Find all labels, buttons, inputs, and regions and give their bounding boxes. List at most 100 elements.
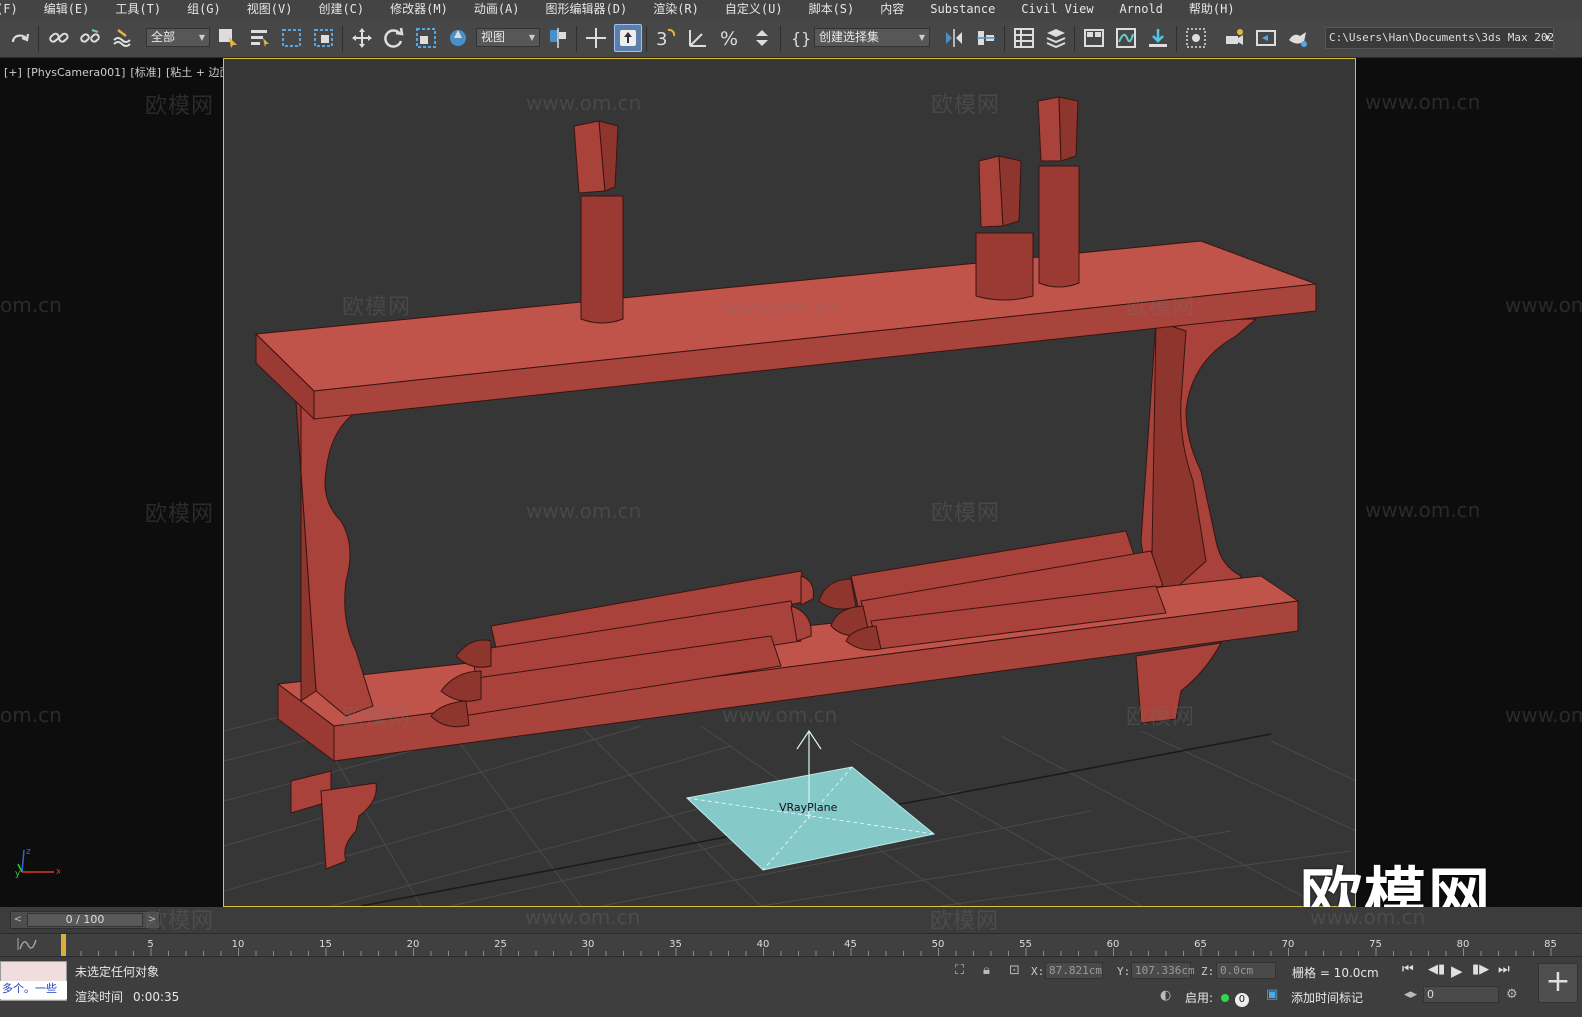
render-production-icon[interactable] <box>1284 24 1312 52</box>
track-bar[interactable]: 0510152025303540455055606570758085 <box>0 933 1582 956</box>
mini-curve-editor-icon[interactable] <box>16 937 40 953</box>
ruler-tick-label: 35 <box>669 939 682 950</box>
select-manipulate-icon[interactable] <box>582 24 610 52</box>
menu-scripting[interactable]: 脚本(S) <box>796 0 868 19</box>
go-to-end-icon[interactable]: ⏭ <box>1498 962 1510 977</box>
redo-icon[interactable] <box>6 24 34 52</box>
window-crossing-icon[interactable] <box>310 24 338 52</box>
candle-right-tall <box>1037 96 1080 288</box>
add-time-tag[interactable]: 添加时间标记 <box>1291 989 1363 1006</box>
named-selection-dropdown[interactable]: 创建选择集 ▼ <box>814 28 930 47</box>
svg-text:y: y <box>15 869 21 878</box>
select-object-icon[interactable] <box>214 24 242 52</box>
link-icon[interactable] <box>45 24 73 52</box>
scale-icon[interactable] <box>412 24 440 52</box>
toggle-ribbon-icon[interactable] <box>1080 24 1108 52</box>
z-coord-field[interactable]: 0.0cm <box>1216 962 1276 979</box>
menu-rendering[interactable]: 渲染(R) <box>640 0 712 19</box>
key-mode-toggle-icon[interactable]: ◂▸ <box>1404 987 1417 1002</box>
scene-explorer-icon[interactable] <box>1010 24 1038 52</box>
curve-editor-icon[interactable] <box>1112 24 1140 52</box>
absolute-transform-icon[interactable]: ⊡ <box>1009 963 1020 978</box>
menu-bar: (F) 编辑(E) 工具(T) 组(G) 视图(V) 创建(C) 修改器(M) … <box>0 0 1582 19</box>
material-editor-icon[interactable] <box>1182 24 1210 52</box>
align-icon[interactable] <box>972 24 1000 52</box>
ruler-tick-label: 85 <box>1544 939 1557 950</box>
camera-viewport[interactable]: www.om.cn www.om.cn www.om.cn www.om.cn … <box>223 58 1356 907</box>
current-frame-marker[interactable] <box>61 934 66 956</box>
time-slider-handle[interactable]: 0 / 100 <box>27 913 143 927</box>
menu-civil-view[interactable]: Civil View <box>1008 0 1106 19</box>
selection-status-message: 未选定任何对象 <box>75 965 160 979</box>
ruler-tick-label: 15 <box>319 939 332 950</box>
edit-named-selection-icon[interactable]: {} <box>786 24 814 52</box>
menu-views[interactable]: 视图(V) <box>234 0 306 19</box>
angle-snap-icon[interactable] <box>684 24 712 52</box>
play-icon[interactable]: ▶ <box>1451 962 1463 980</box>
unlink-icon[interactable] <box>76 24 104 52</box>
time-slider-track[interactable]: < 0 / 100 > <box>10 911 160 929</box>
next-frame-icon[interactable]: ▮▶ <box>1472 962 1489 977</box>
select-by-name-icon[interactable] <box>246 24 274 52</box>
enable-label: 启用: 0 <box>1185 989 1249 1007</box>
viewport-menu-plus[interactable]: [+] <box>4 66 22 79</box>
layer-explorer-icon[interactable] <box>1042 24 1070 52</box>
go-to-start-icon[interactable]: ⏮ <box>1402 962 1414 977</box>
schematic-view-icon[interactable] <box>1144 24 1172 52</box>
snaps-toggle-icon[interactable]: 3 <box>652 24 680 52</box>
y-coord-label: Y: <box>1117 965 1131 978</box>
percent-snap-icon[interactable]: % <box>716 24 744 52</box>
x-coord-field[interactable]: 87.821cm <box>1045 962 1103 979</box>
time-config-icon[interactable]: ⚙ <box>1506 987 1518 1002</box>
keyboard-shortcut-override-icon[interactable] <box>614 24 642 52</box>
menu-group[interactable]: 组(G) <box>174 0 234 19</box>
render-time-readout: 渲染时间 0:00:35 <box>75 988 179 1005</box>
rotate-icon[interactable] <box>380 24 408 52</box>
spinner-snap-icon[interactable] <box>748 24 776 52</box>
menu-create[interactable]: 创建(C) <box>305 0 377 19</box>
adaptive-degradation-icon[interactable]: ◐ <box>1160 988 1171 1003</box>
current-frame-field[interactable]: 0 <box>1423 986 1499 1003</box>
menu-content[interactable]: 内容 <box>867 0 917 19</box>
watermark-site-right-2: www.om.cn <box>1505 703 1582 727</box>
prev-frame-arrow[interactable]: < <box>11 912 25 928</box>
viewport-label[interactable]: [+] [PhysCamera001] [标准] [粘土 + 边面] <box>4 64 240 80</box>
rendered-frame-window-icon[interactable] <box>1252 24 1280 52</box>
menu-animation[interactable]: 动画(A) <box>461 0 533 19</box>
viewport-camera-label[interactable]: [PhysCamera001] <box>27 66 126 79</box>
create-panel-plus-button[interactable]: + <box>1538 963 1578 1003</box>
move-icon[interactable] <box>348 24 376 52</box>
selection-lock-icon[interactable]: 🔒︎ <box>983 963 990 978</box>
watermark-brand-left-top: 欧模网 <box>145 94 215 119</box>
menu-graph-editors[interactable]: 图形编辑器(D) <box>533 0 641 19</box>
ruler-tick-label: 5 <box>147 939 154 950</box>
render-setup-icon[interactable] <box>1220 24 1248 52</box>
menu-help[interactable]: 帮助(H) <box>1176 0 1248 19</box>
menu-modifiers[interactable]: 修改器(M) <box>377 0 461 19</box>
menu-tools[interactable]: 工具(T) <box>102 0 174 19</box>
mirror-icon[interactable] <box>940 24 968 52</box>
viewport-mode-label[interactable]: [标准] <box>130 66 161 79</box>
time-tag-icon[interactable]: ▣ <box>1266 987 1278 1002</box>
place-icon[interactable] <box>444 24 472 52</box>
project-path-dropdown[interactable]: C:\Users\Han\Documents\3ds Max 2022 ▼ <box>1325 27 1554 49</box>
isolate-selection-icon[interactable]: ⛶ <box>955 963 964 978</box>
previous-frame-icon[interactable]: ◀▮ <box>1428 962 1445 977</box>
enable-count-badge[interactable]: 0 <box>1234 993 1249 1007</box>
bind-space-warp-icon[interactable] <box>108 24 136 52</box>
svg-text:3: 3 <box>656 29 667 50</box>
reference-coordinate-dropdown[interactable]: 视图 ▼ <box>476 28 540 47</box>
menu-file[interactable]: (F) <box>0 0 31 19</box>
watermark-site-left-2: om.cn <box>0 703 62 727</box>
y-coord-field[interactable]: 107.336cm <box>1131 962 1195 979</box>
pivot-center-icon[interactable] <box>544 24 572 52</box>
rect-selection-region-icon[interactable] <box>278 24 306 52</box>
menu-customize[interactable]: 自定义(U) <box>712 0 796 19</box>
menu-arnold[interactable]: Arnold <box>1107 0 1176 19</box>
watermark-site-vp3: www.om.cn <box>526 499 642 523</box>
selection-filter-dropdown[interactable]: 全部 ▼ <box>146 28 210 47</box>
menu-substance[interactable]: Substance <box>917 0 1008 19</box>
menu-edit[interactable]: 编辑(E) <box>31 0 103 19</box>
maxscript-mini-listener[interactable]: 多个。一些 <box>0 981 67 999</box>
watermark-site-right-mid: www.om.cn <box>1365 498 1481 522</box>
